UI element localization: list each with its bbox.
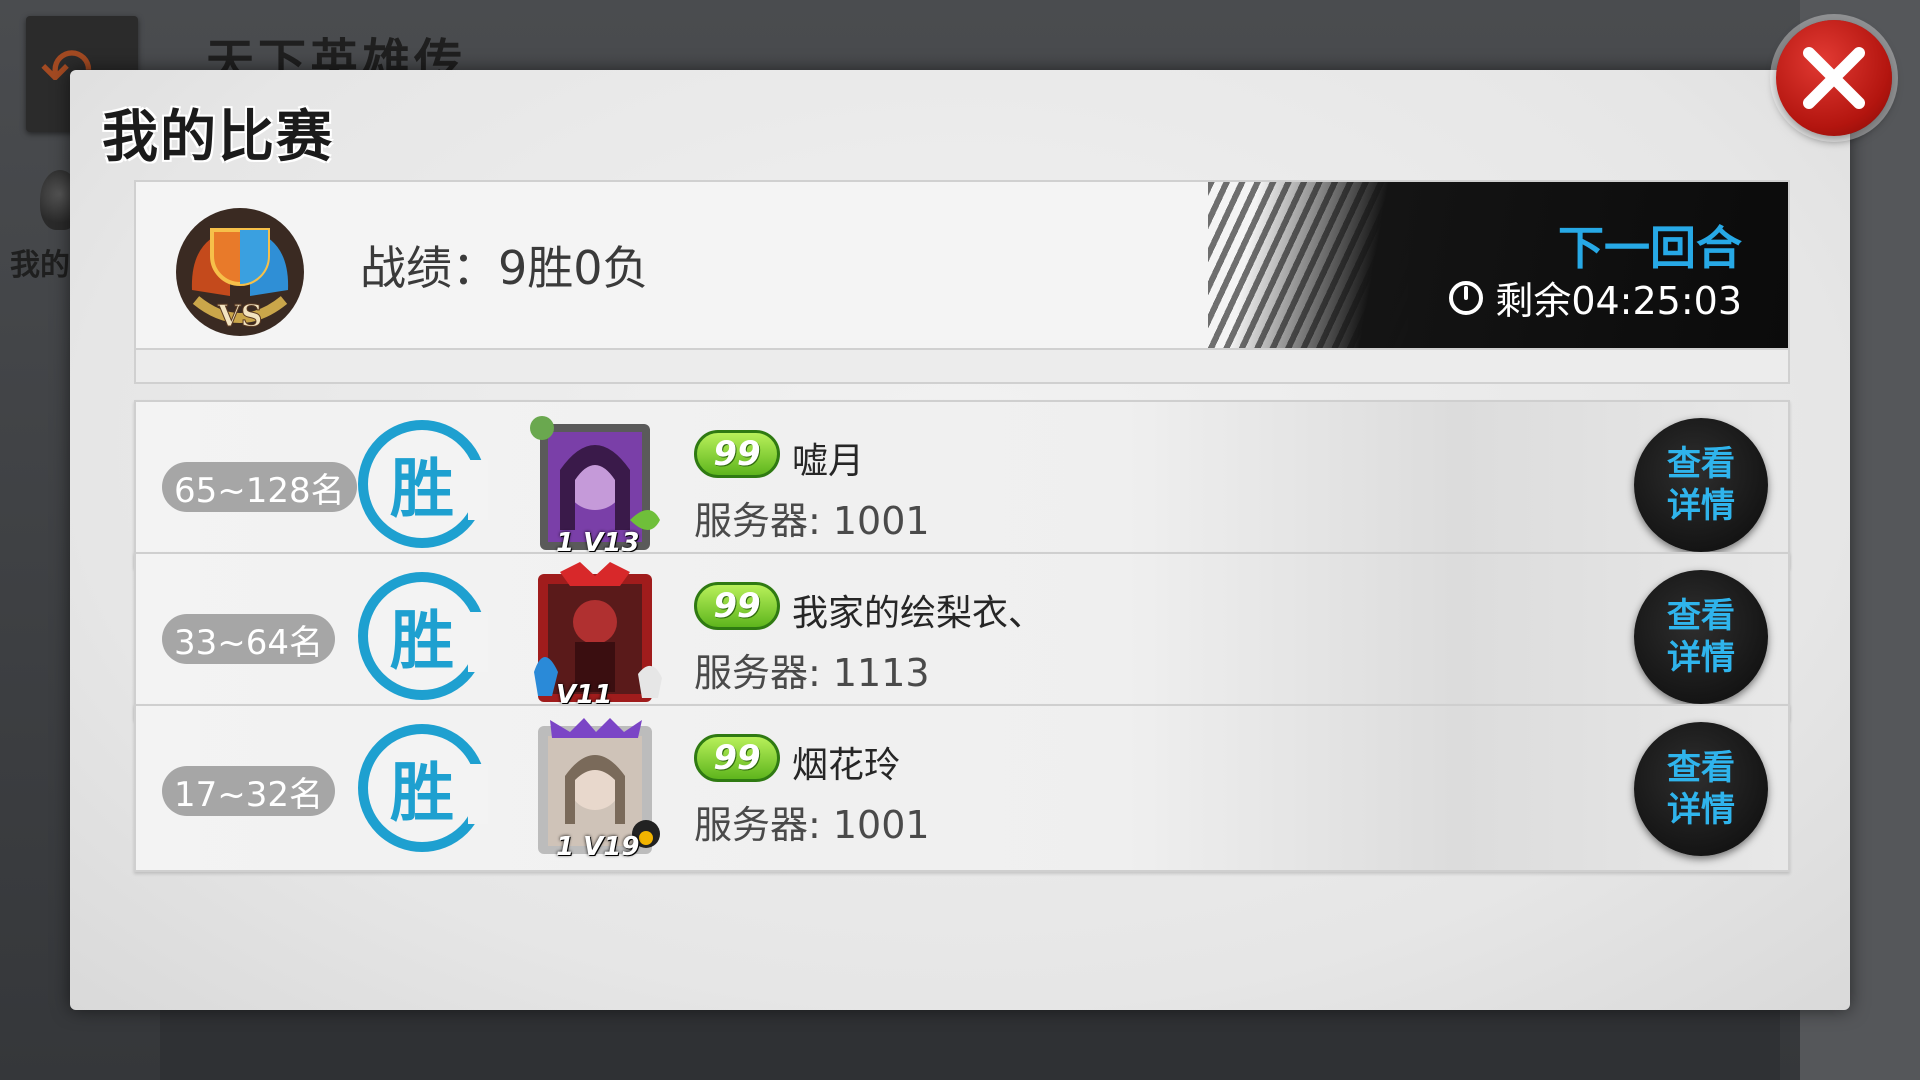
- vip-level: 1 V19: [556, 832, 640, 862]
- panel-title: 我的比赛: [102, 105, 334, 170]
- win-badge: 胜: [358, 724, 488, 852]
- player-name: 我家的绘梨衣、: [792, 593, 1045, 634]
- vs-trophy-icon: VS: [170, 200, 310, 340]
- view-details-button[interactable]: 查看 详情: [1634, 570, 1768, 704]
- record-label: 战绩：9胜0负: [360, 241, 649, 295]
- server-label: 服务器: 1113: [694, 651, 930, 695]
- countdown-text: 剩余04:25:03: [1495, 279, 1742, 323]
- win-badge: 胜: [358, 572, 488, 700]
- player-name: 烟花玲: [792, 745, 901, 786]
- player-avatar[interactable]: 1 V13: [520, 410, 670, 560]
- clock-icon: [1449, 280, 1484, 315]
- close-icon: [1803, 47, 1865, 109]
- background-bottom-bar: [160, 1010, 1780, 1080]
- match-row: 65~128名 胜 1 V13 99 嘘月 服务器: 1001 查看 详情: [134, 400, 1790, 568]
- next-round-label: 下一回合: [1558, 221, 1742, 275]
- match-row: 33~64名 胜 V11 99 我家的绘梨衣、 服务器: 1113 查看 详情: [134, 552, 1790, 720]
- server-label: 服务器: 1001: [694, 499, 930, 543]
- server-label: 服务器: 1001: [694, 803, 930, 847]
- countdown: 剩余04:25:03: [1447, 270, 1742, 325]
- svg-text:VS: VS: [217, 299, 263, 334]
- player-avatar[interactable]: 1 V19: [520, 714, 670, 864]
- level-badge: 99: [694, 734, 780, 782]
- level-badge: 99: [694, 430, 780, 478]
- player-avatar[interactable]: V11: [520, 562, 670, 712]
- close-button[interactable]: [1776, 20, 1892, 136]
- rank-badge: 65~128名: [162, 462, 357, 512]
- my-matches-panel: 我的比赛 VS 战绩：9胜0负 下一回合 剩余04:25:03 65~128名 …: [70, 70, 1850, 1010]
- level-badge: 99: [694, 582, 780, 630]
- match-row: 17~32名 胜 1 V19 99 烟花玲 服务器: 1001 查看 详情: [134, 704, 1790, 872]
- view-details-button[interactable]: 查看 详情: [1634, 418, 1768, 552]
- rank-badge: 17~32名: [162, 766, 336, 816]
- record-header: VS 战绩：9胜0负 下一回合 剩余04:25:03: [134, 180, 1790, 350]
- rank-badge: 33~64名: [162, 614, 336, 664]
- player-name: 嘘月: [792, 441, 865, 482]
- view-details-button[interactable]: 查看 详情: [1634, 722, 1768, 856]
- partial-match-row: [134, 350, 1790, 384]
- win-badge: 胜: [358, 420, 488, 548]
